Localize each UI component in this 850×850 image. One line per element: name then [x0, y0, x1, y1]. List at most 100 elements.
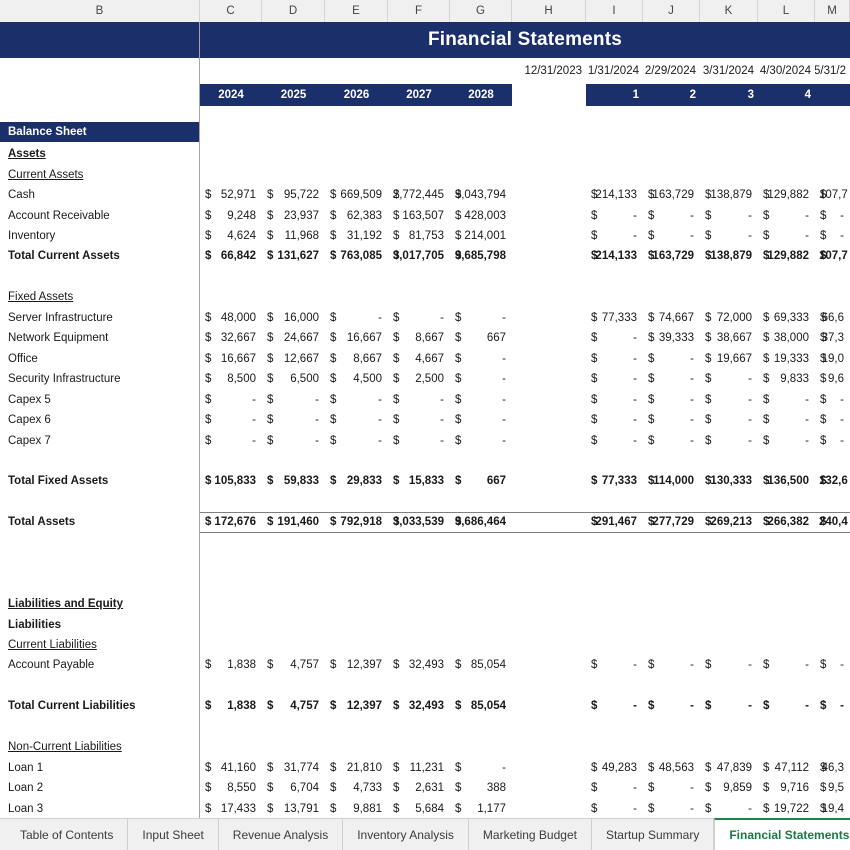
cell-empty[interactable] — [262, 287, 325, 307]
cell-annual-2[interactable]: $4,733 — [325, 778, 388, 798]
cell-empty[interactable] — [200, 533, 262, 553]
cell-monthly-0[interactable]: $- — [586, 205, 643, 225]
cell-empty[interactable] — [758, 676, 815, 696]
cell-empty[interactable] — [325, 594, 388, 614]
cell-monthly-3[interactable]: $266,382 — [758, 512, 815, 532]
cell-annual-2[interactable]: $31,192 — [325, 226, 388, 246]
cell-monthly-0[interactable]: $- — [586, 798, 643, 818]
cell-empty[interactable] — [643, 553, 700, 573]
table-row[interactable] — [0, 267, 850, 287]
row-label[interactable] — [0, 267, 200, 287]
cell-annual-2[interactable]: $- — [325, 430, 388, 450]
cell-empty[interactable] — [200, 267, 262, 287]
cell-empty[interactable] — [200, 614, 262, 634]
cell-empty[interactable] — [586, 594, 643, 614]
cell-empty[interactable] — [325, 635, 388, 655]
sheet-tab-table-of-contents[interactable]: Table of Contents — [6, 819, 128, 850]
cell-annual-2[interactable]: $62,383 — [325, 205, 388, 225]
cell-monthly-1[interactable]: $114,000 — [643, 471, 700, 491]
cell-empty[interactable] — [325, 451, 388, 471]
cell-monthly-0[interactable]: $- — [586, 655, 643, 675]
cell-empty[interactable] — [815, 533, 850, 553]
cell-empty[interactable] — [586, 267, 643, 287]
cell-empty[interactable] — [700, 164, 758, 184]
row-label[interactable]: Total Assets — [0, 512, 200, 532]
cell-empty-h[interactable] — [512, 144, 586, 164]
cell-empty[interactable] — [450, 737, 512, 757]
cell-empty-h[interactable] — [512, 717, 586, 737]
table-row[interactable]: Inventory$4,624$11,968$31,192$81,753$214… — [0, 226, 850, 246]
cell-monthly-1[interactable]: $48,563 — [643, 758, 700, 778]
cell-monthly-2[interactable]: $72,000 — [700, 308, 758, 328]
sheet-tab-bar[interactable]: Table of ContentsInput SheetRevenue Anal… — [0, 818, 850, 850]
cell-annual-0[interactable]: $105,833 — [200, 471, 262, 491]
table-row[interactable] — [0, 717, 850, 737]
cell-annual-2[interactable]: $9,881 — [325, 798, 388, 818]
sheet-tab-financial-statements[interactable]: Financial Statements — [714, 818, 850, 850]
cell-empty[interactable] — [758, 267, 815, 287]
row-label[interactable]: Total Current Assets — [0, 246, 200, 266]
cell-monthly-2[interactable]: $130,333 — [700, 471, 758, 491]
cell-empty[interactable] — [262, 676, 325, 696]
cell-empty[interactable] — [586, 287, 643, 307]
cell-annual-4[interactable]: $9,686,464 — [450, 512, 512, 532]
row-label[interactable]: Non-Current Liabilities — [0, 737, 200, 757]
column-header-g[interactable]: G — [450, 0, 512, 22]
row-label[interactable] — [0, 492, 200, 512]
cell-monthly-1[interactable]: $- — [643, 778, 700, 798]
cell-monthly-2[interactable]: $- — [700, 655, 758, 675]
cell-monthly-1[interactable]: $- — [643, 389, 700, 409]
cell-empty[interactable] — [450, 164, 512, 184]
sheet-tab-inventory-analysis[interactable]: Inventory Analysis — [343, 819, 469, 850]
cell-annual-3[interactable]: $15,833 — [388, 471, 450, 491]
cell-annual-1[interactable]: $- — [262, 430, 325, 450]
cell-empty[interactable] — [262, 737, 325, 757]
cell-empty[interactable] — [586, 676, 643, 696]
cell-empty[interactable] — [586, 533, 643, 553]
cell-annual-0[interactable]: $16,667 — [200, 349, 262, 369]
cell-annual-3[interactable]: $11,231 — [388, 758, 450, 778]
cell-empty-h[interactable] — [512, 410, 586, 430]
cell-monthly-3[interactable]: $9,833 — [758, 369, 815, 389]
cell-monthly-0[interactable]: $- — [586, 349, 643, 369]
cell-empty[interactable] — [700, 553, 758, 573]
table-row[interactable] — [0, 676, 850, 696]
cell-monthly-4[interactable]: $- — [815, 410, 850, 430]
cell-monthly-4[interactable]: $107,7 — [815, 246, 850, 266]
cell-empty-h[interactable] — [512, 553, 586, 573]
cell-monthly-0[interactable]: $291,467 — [586, 512, 643, 532]
cell-annual-0[interactable]: $1,838 — [200, 696, 262, 716]
table-row[interactable]: Account Payable$1,838$4,757$12,397$32,49… — [0, 655, 850, 675]
cell-empty[interactable] — [388, 492, 450, 512]
cell-monthly-3[interactable]: $- — [758, 655, 815, 675]
cell-monthly-4[interactable]: $- — [815, 430, 850, 450]
table-row[interactable]: Non-Current Liabilities — [0, 737, 850, 757]
cell-empty[interactable] — [700, 737, 758, 757]
table-row[interactable] — [0, 553, 850, 573]
cell-monthly-4[interactable]: $- — [815, 696, 850, 716]
cell-empty[interactable] — [586, 635, 643, 655]
cell-empty[interactable] — [262, 553, 325, 573]
cell-empty[interactable] — [643, 614, 700, 634]
cell-annual-0[interactable]: $52,971 — [200, 185, 262, 205]
row-label[interactable] — [0, 573, 200, 593]
cell-monthly-2[interactable]: $47,839 — [700, 758, 758, 778]
cell-empty-h[interactable] — [512, 696, 586, 716]
cell-annual-1[interactable]: $24,667 — [262, 328, 325, 348]
cell-annual-3[interactable]: $32,493 — [388, 655, 450, 675]
cell-empty[interactable] — [815, 553, 850, 573]
cell-empty[interactable] — [262, 635, 325, 655]
cell-monthly-4[interactable]: $9,6 — [815, 369, 850, 389]
cell-monthly-4[interactable]: $- — [815, 389, 850, 409]
cell-empty[interactable] — [643, 594, 700, 614]
row-label[interactable]: Account Payable — [0, 655, 200, 675]
cell-empty[interactable] — [200, 594, 262, 614]
table-row[interactable] — [0, 451, 850, 471]
cell-annual-4[interactable]: $85,054 — [450, 655, 512, 675]
column-header-c[interactable]: C — [200, 0, 262, 22]
cell-annual-2[interactable]: $4,500 — [325, 369, 388, 389]
cell-annual-4[interactable]: $- — [450, 410, 512, 430]
cell-monthly-0[interactable]: $- — [586, 369, 643, 389]
cell-empty[interactable] — [262, 573, 325, 593]
cell-empty[interactable] — [700, 594, 758, 614]
